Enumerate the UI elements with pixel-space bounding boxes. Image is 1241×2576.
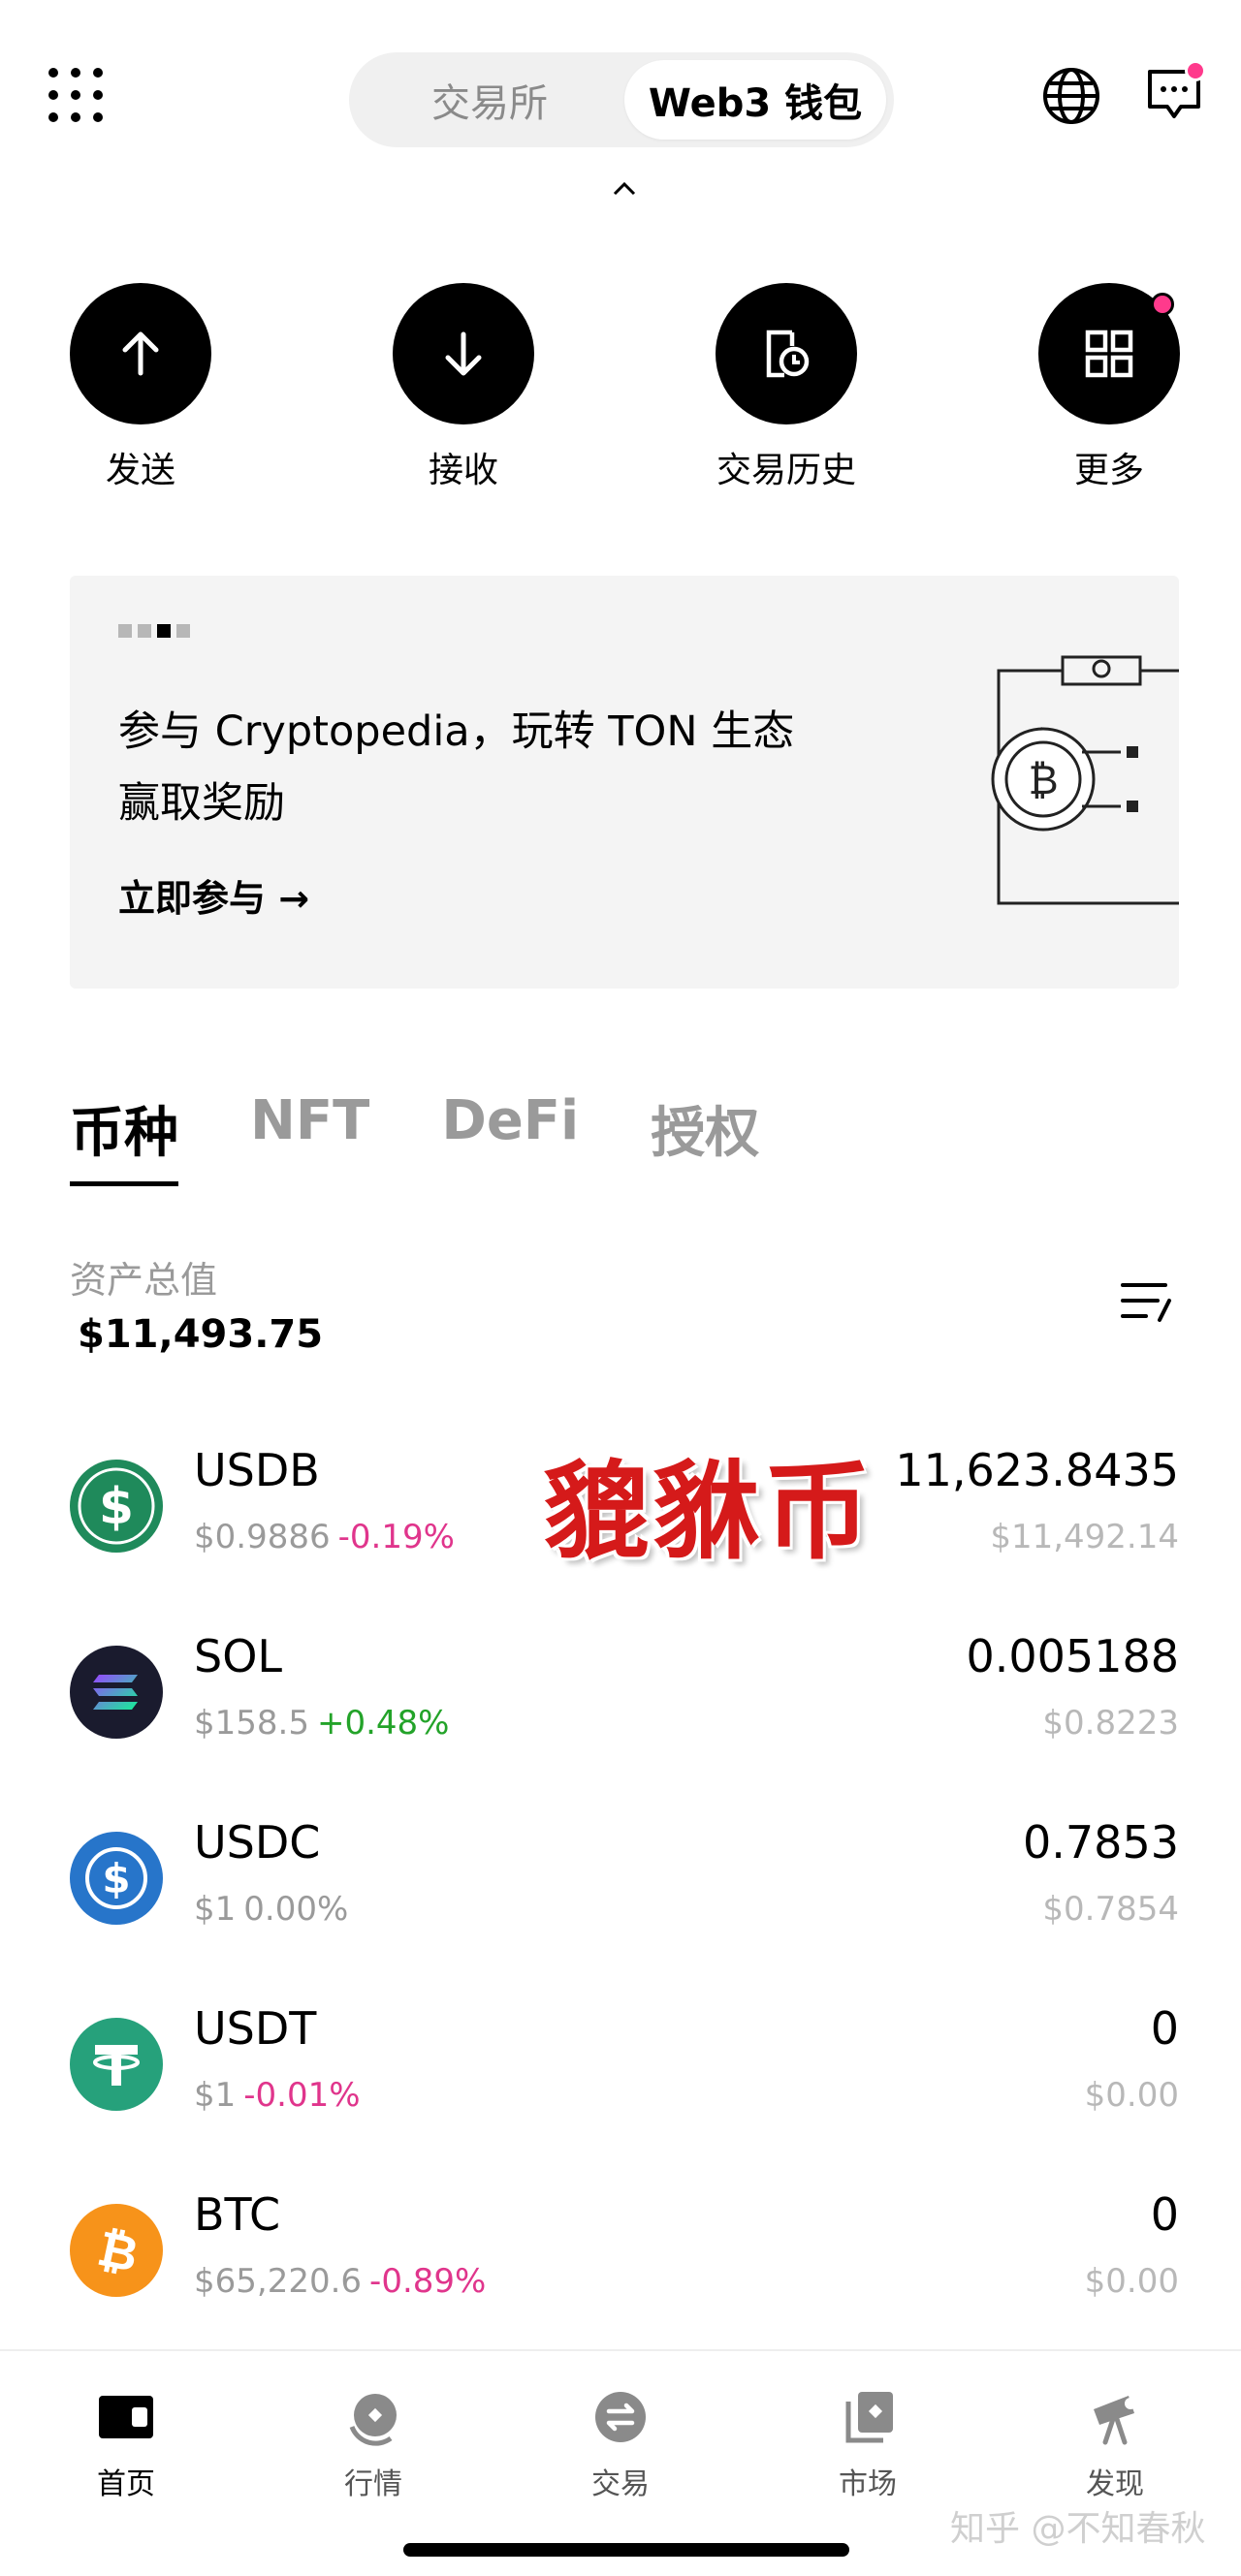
globe-icon[interactable] [1041, 66, 1101, 126]
token-change: +0.48% [316, 1704, 450, 1743]
token-amount: 11,623.8435 [895, 1444, 1179, 1496]
mode-switch: 交易所 Web3 钱包 [349, 52, 894, 147]
token-change: -0.19% [337, 1518, 455, 1556]
more-badge-dot [1151, 293, 1174, 316]
history-button[interactable]: 交易历史 [689, 283, 883, 492]
nav-market[interactable]: 行情 [296, 2388, 451, 2502]
arrow-up-icon [122, 331, 159, 376]
banner-pager [118, 624, 190, 638]
svg-text:$: $ [102, 1855, 130, 1902]
nav-home[interactable]: 首页 [48, 2388, 204, 2502]
promo-banner[interactable]: 参与 Cryptopedia，玩转 TON 生态 赢取奖励 立即参与 → ₿ [70, 576, 1179, 989]
nav-trade[interactable]: 交易 [543, 2388, 698, 2502]
token-row-usdt[interactable]: USDT $1 -0.01% 0 $0.00 [70, 1983, 1179, 2138]
market-icon [349, 2394, 397, 2446]
total-assets-value: $11,493.75 [78, 1312, 324, 1357]
svg-text:₿: ₿ [93, 2220, 143, 2283]
nav-nft-market-label: 市场 [839, 2467, 897, 2501]
usdt-logo-icon [70, 2018, 163, 2111]
token-amount: 0 [1150, 2188, 1179, 2241]
more-button[interactable]: 更多 [1012, 283, 1206, 492]
usdb-logo-icon: $ [70, 1460, 163, 1553]
more-label: 更多 [1073, 451, 1144, 490]
home-indicator[interactable] [403, 2543, 849, 2557]
token-symbol: SOL [194, 1630, 283, 1682]
usdc-logo-icon: $ [70, 1832, 163, 1925]
chevron-up-icon[interactable] [607, 174, 642, 204]
token-symbol: USDB [194, 1444, 320, 1496]
more-apps-icon [1085, 330, 1133, 378]
tab-tokens[interactable]: 币种 [70, 1089, 178, 1186]
send-label: 发送 [105, 451, 175, 490]
receive-button[interactable]: 接收 [366, 283, 560, 492]
apps-grid-icon[interactable] [48, 68, 103, 122]
token-price: $158.5 +0.48% [194, 1704, 450, 1743]
nav-market-label: 行情 [344, 2467, 402, 2501]
nft-market-icon [845, 2392, 893, 2443]
svg-text:₿: ₿ [1028, 756, 1058, 803]
token-change: 0.00% [243, 1890, 349, 1929]
token-change: -0.89% [369, 2262, 487, 2301]
total-assets-label: 资产总值 [70, 1259, 218, 1302]
tab-nft[interactable]: NFT [250, 1089, 369, 1186]
banner-subtitle: 赢取奖励 [118, 779, 285, 828]
trade-icon [595, 2392, 646, 2442]
sort-filter-icon[interactable] [1117, 1277, 1175, 1326]
nav-discover-label: 发现 [1086, 2467, 1144, 2501]
banner-title: 参与 Cryptopedia，玩转 TON 生态 [118, 707, 795, 756]
discover-icon [1094, 2396, 1136, 2445]
token-row-usdb[interactable]: $ USDB $0.9886 -0.19% 11,623.8435 $11,492… [70, 1425, 1179, 1580]
arrow-down-icon [445, 331, 482, 376]
nav-home-label: 首页 [97, 2467, 155, 2501]
token-amount: 0.005188 [966, 1630, 1180, 1682]
token-amount: 0 [1150, 2002, 1179, 2055]
wallet-icon [99, 2396, 153, 2438]
token-price: $65,220.6 -0.89% [194, 2262, 487, 2301]
nav-nft-market[interactable]: 市场 [790, 2388, 945, 2502]
token-value: $0.7854 [1042, 1890, 1179, 1929]
watermark-text: 知乎 @不知春秋 [950, 2509, 1206, 2549]
clipboard-bitcoin-icon: ₿ [991, 655, 1179, 905]
svg-text:$: $ [99, 1478, 134, 1536]
receive-label: 接收 [428, 451, 498, 490]
nav-discover[interactable]: 发现 [1037, 2388, 1193, 2502]
token-value: $0.00 [1084, 2076, 1179, 2115]
token-price: $1 -0.01% [194, 2076, 361, 2115]
nav-trade-label: 交易 [591, 2467, 650, 2501]
token-symbol: USDC [194, 1816, 321, 1869]
send-button[interactable]: 发送 [44, 283, 238, 492]
sol-logo-icon [70, 1646, 163, 1739]
token-row-usdc[interactable]: $ USDC $1 0.00% 0.7853 $0.7854 [70, 1797, 1179, 1952]
tab-approvals[interactable]: 授权 [651, 1089, 759, 1186]
token-row-btc[interactable]: ₿ BTC $65,220.6 -0.89% 0 $0.00 [70, 2169, 1179, 2324]
history-icon [766, 330, 810, 378]
token-value: $11,492.14 [990, 1518, 1179, 1556]
tab-exchange[interactable]: 交易所 [349, 52, 630, 147]
tab-defi[interactable]: DeFi [441, 1089, 579, 1186]
token-price: $0.9886 -0.19% [194, 1518, 455, 1556]
history-label: 交易历史 [716, 451, 856, 490]
token-amount: 0.7853 [1023, 1816, 1179, 1869]
asset-tabs: 币种 NFT DeFi 授权 [70, 1089, 831, 1186]
token-value: $0.00 [1084, 2262, 1179, 2301]
token-row-sol[interactable]: SOL $158.5 +0.48% 0.005188 $0.8223 [70, 1611, 1179, 1766]
banner-cta-link[interactable]: 立即参与 → [118, 868, 309, 922]
token-change: -0.01% [243, 2076, 361, 2115]
token-price: $1 0.00% [194, 1890, 349, 1929]
btc-logo-icon: ₿ [70, 2204, 163, 2297]
token-symbol: BTC [194, 2188, 281, 2241]
tab-web3-wallet[interactable]: Web3 钱包 [624, 60, 886, 140]
notification-dot [1185, 60, 1206, 81]
token-symbol: USDT [194, 2002, 317, 2055]
token-value: $0.8223 [1042, 1704, 1179, 1743]
